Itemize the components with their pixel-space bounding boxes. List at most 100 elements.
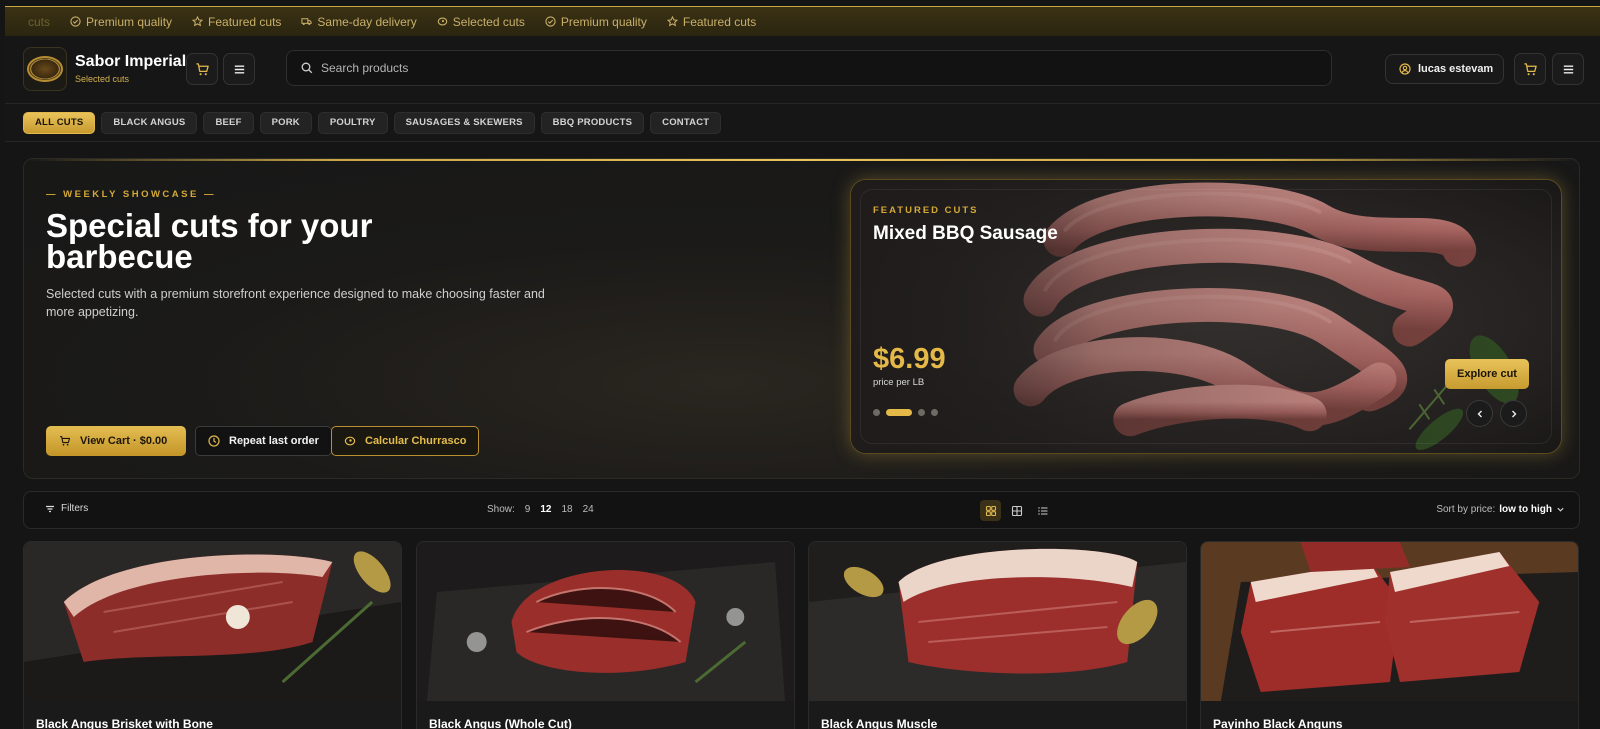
category-contact[interactable]: CONTACT [650,111,722,134]
menu-button[interactable] [223,53,255,85]
page-size-option[interactable]: 9 [525,504,531,515]
list-view-button[interactable] [1032,500,1053,521]
product-image [24,542,401,701]
category-bbq-products[interactable]: BBQ PRODUCTS [540,111,645,134]
check-circle-icon [545,16,556,27]
ticker-item: Premium quality [70,15,172,29]
page-size-option-selected[interactable]: 12 [540,504,551,515]
carousel-dot[interactable] [918,409,925,416]
search-input[interactable] [321,61,1221,75]
show-label: Show: [487,504,515,515]
product-image [417,542,794,701]
featured-eyebrow: FEATURED CUTS [873,205,979,216]
site-header: Sabor Imperial Selected cuts lucas estev… [5,36,1600,104]
hero-description: Selected cuts with a premium storefront … [46,287,545,319]
menu-button-secondary[interactable] [1552,53,1584,85]
grid-small-icon [1011,505,1022,516]
hero-banner: — WEEKLY SHOWCASE — Special cuts for you… [23,158,1580,479]
product-name: Black Angus Brisket with Bone [36,717,213,729]
ticker-item: Same-day delivery [301,15,417,29]
truck-icon [301,18,313,26]
cart-icon [195,62,209,75]
featured-product-carousel[interactable]: FEATURED CUTS Mixed BBQ Sausage $6.99 pr… [850,179,1562,454]
category-beef[interactable]: BEEF [203,111,254,134]
filter-icon [46,505,54,512]
carousel-dot[interactable] [873,409,880,416]
category-sausages-skewers[interactable]: SAUSAGES & SKEWERS [393,111,535,134]
user-account-button[interactable]: lucas estevam [1385,54,1504,84]
category-nav: ALL CUTS BLACK ANGUS BEEF PORK POULTRY S… [5,104,1600,142]
steak-icon [437,17,448,26]
product-card[interactable]: Black Angus Brisket with Bone [23,541,402,729]
category-poultry[interactable]: POULTRY [317,111,388,134]
search-bar[interactable] [286,50,1332,86]
grid-large-view-button[interactable] [980,500,1001,521]
steak-icon [344,436,356,446]
hamburger-icon [1563,65,1573,73]
view-cart-button[interactable]: View Cart · $0.00 [46,426,186,456]
page-size-option[interactable]: 18 [561,504,572,515]
product-image [809,542,1186,701]
ticker-item: Selected cuts [437,15,525,29]
category-black-angus[interactable]: BLACK ANGUS [101,111,198,134]
hero-accent-line [24,159,1579,161]
featured-title: Mixed BBQ Sausage [873,223,1058,244]
sort-label: Sort by price: [1436,504,1496,515]
sort-value: low to high [1499,504,1552,515]
ticker-item: Featured cuts [192,15,281,29]
star-icon [666,16,678,27]
list-icon [1037,506,1047,515]
filters-button[interactable]: Filters [45,503,88,514]
check-circle-icon [70,16,81,27]
grid-small-view-button[interactable] [1006,500,1027,521]
product-image [1201,542,1578,701]
product-card[interactable]: Black Angus Muscle [808,541,1187,729]
star-icon [192,16,204,27]
sort-dropdown[interactable]: Sort by price: low to high [1436,504,1565,515]
product-toolbar: Filters Show: 9 12 18 24 Sort by price: … [23,491,1580,529]
product-card[interactable]: Payinho Black Anguns [1200,541,1579,729]
view-mode-switcher [980,500,1053,521]
carousel-dot-active[interactable] [886,409,912,416]
user-name: lucas estevam [1418,63,1494,75]
cart-icon [60,435,71,446]
cart-icon [1523,62,1537,75]
featured-price: $6.99 [873,343,946,375]
brand-name[interactable]: Sabor Imperial [75,53,186,71]
search-icon [301,62,313,74]
category-all-cuts[interactable]: ALL CUTS [23,111,96,134]
page-size-option[interactable]: 24 [583,504,594,515]
churrasco-calculator-button[interactable]: Calcular Churrasco [331,426,480,456]
product-name: Black Angus Muscle [821,717,938,729]
carousel-dots [873,409,938,416]
user-icon [1399,63,1411,75]
product-card[interactable]: Black Angus (Whole Cut) [416,541,795,729]
chevron-right-icon [1511,410,1516,417]
repeat-order-button[interactable]: Repeat last order [195,426,332,456]
hero-eyebrow: — WEEKLY SHOWCASE — [46,189,216,200]
featured-price-unit: price per LB [873,377,925,388]
ticker-item: Featured cuts [666,15,756,29]
category-pork[interactable]: PORK [259,111,312,134]
chevron-left-icon [1477,410,1482,417]
product-name: Black Angus (Whole Cut) [429,717,572,729]
cart-button-secondary[interactable] [1514,53,1546,85]
ticker-item: Premium quality [545,15,647,29]
clock-icon [208,435,220,447]
cart-button[interactable] [186,53,218,85]
logo-emblem [27,56,63,82]
carousel-prev-button[interactable] [1466,400,1493,427]
hamburger-icon [234,65,244,73]
brand-tagline: Selected cuts [75,74,130,84]
ticker-item: cuts [28,14,51,29]
carousel-dot[interactable] [931,409,938,416]
product-name: Payinho Black Anguns [1213,717,1343,729]
page-size-selector: Show: 9 12 18 24 [487,504,594,515]
explore-cut-button[interactable]: Explore cut [1445,359,1529,389]
grid-large-icon [985,505,996,516]
carousel-next-button[interactable] [1500,400,1527,427]
brand-logo[interactable] [23,47,67,91]
announcement-ticker: cuts Premium quality Featured cuts Same-… [5,6,1600,36]
chevron-down-icon [1557,507,1564,512]
hero-title: Special cuts for your barbecue [46,207,373,275]
